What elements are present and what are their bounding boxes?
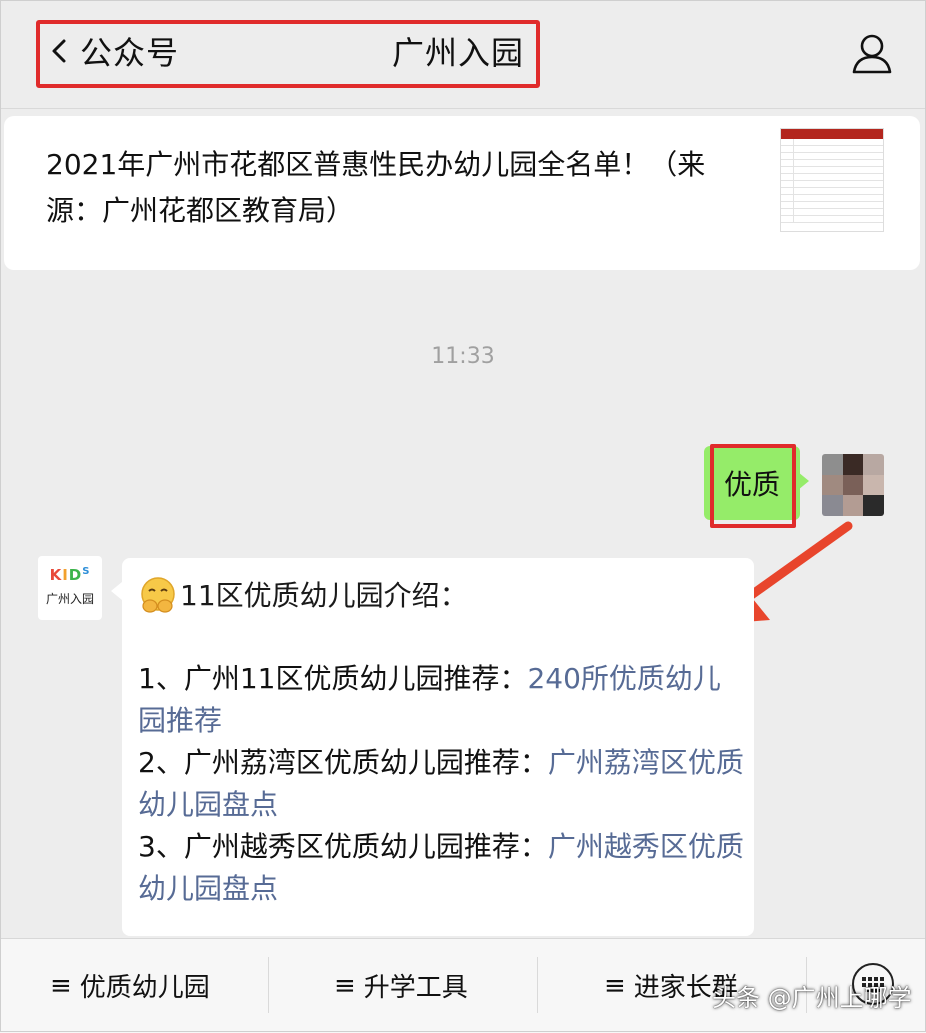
incoming-bubble-tail xyxy=(111,582,122,600)
menu-icon: ≡ xyxy=(604,970,626,1001)
recommendation-list: 1、广州11区优质幼儿园推荐：240所优质幼儿园推荐 2、广州荔湾区优质幼儿园推… xyxy=(138,658,748,910)
menu-item-label: 优质幼儿园 xyxy=(79,973,210,1003)
list-item: 1、广州11区优质幼儿园推荐：240所优质幼儿园推荐 xyxy=(138,658,748,742)
article-title: 2021年广州市花都区普惠性民办幼儿园全名单！（来源：广州花都区教育局） xyxy=(46,148,706,227)
menu-item-tools[interactable]: ≡ 升学工具 xyxy=(334,967,468,1004)
incoming-heading-text: 11区优质幼儿园介绍： xyxy=(180,579,468,612)
kids-logo: KIDS xyxy=(49,566,91,584)
watermark-text: 头条 @广州上哪学 xyxy=(712,984,912,1012)
header-bar: 公众号 广州入园 xyxy=(0,0,926,109)
profile-icon[interactable] xyxy=(848,30,896,78)
article-card[interactable]: 2021年广州市花都区普惠性民办幼儿园全名单！（来源：广州花都区教育局） xyxy=(4,116,920,270)
smirk-emoji-icon xyxy=(141,577,175,613)
list-item: 3、广州越秀区优质幼儿园推荐：广州越秀区优质幼儿园盘点 xyxy=(138,826,748,910)
incoming-heading: 11区优质幼儿园介绍： xyxy=(138,576,468,616)
list-item-text: 2、广州荔湾区优质幼儿园推荐： xyxy=(138,746,548,779)
menu-divider xyxy=(268,957,269,1013)
outgoing-bubble-tail xyxy=(798,472,809,490)
avatar-caption: 广州入园 xyxy=(45,592,94,606)
list-item-text: 1、广州11区优质幼儿园推荐： xyxy=(138,662,528,695)
list-item-text: 3、广州越秀区优质幼儿园推荐： xyxy=(138,830,548,863)
message-highlight-box xyxy=(710,444,796,528)
official-account-avatar[interactable]: KIDS 广州入园 xyxy=(38,556,102,620)
menu-divider xyxy=(537,957,538,1013)
menu-icon: ≡ xyxy=(50,970,72,1001)
incoming-message-bubble: 11区优质幼儿园介绍： 1、广州11区优质幼儿园推荐：240所优质幼儿园推荐 2… xyxy=(122,558,754,936)
list-item: 2、广州荔湾区优质幼儿园推荐：广州荔湾区优质幼儿园盘点 xyxy=(138,742,748,826)
user-avatar[interactable] xyxy=(822,454,884,516)
menu-item-quality-kindergarten[interactable]: ≡ 优质幼儿园 xyxy=(50,967,210,1004)
article-thumbnail xyxy=(780,128,884,232)
menu-icon: ≡ xyxy=(334,970,356,1001)
header-highlight-box xyxy=(36,20,540,88)
message-timestamp: 11:33 xyxy=(431,344,495,369)
menu-item-label: 升学工具 xyxy=(363,973,468,1003)
